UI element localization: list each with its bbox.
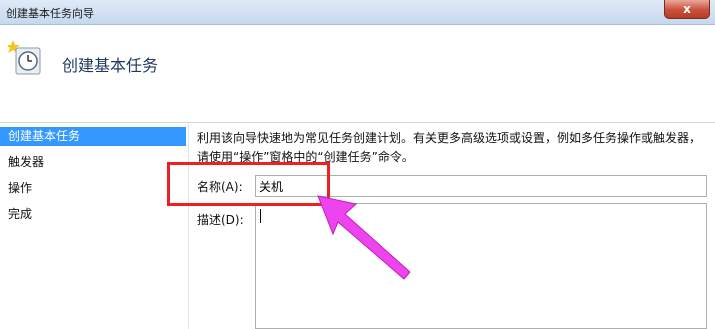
page-title: 创建基本任务: [62, 56, 159, 75]
description-label: 描述(D):: [197, 213, 244, 227]
step-action[interactable]: 操作: [0, 179, 186, 198]
clock-task-icon: [8, 40, 41, 75]
close-button[interactable]: x: [664, 0, 710, 19]
title-bar: 创建基本任务向导 x: [0, 0, 715, 25]
close-icon: x: [683, 2, 691, 16]
description-field[interactable]: [255, 203, 707, 329]
step-create-basic-task[interactable]: 创建基本任务: [0, 127, 186, 146]
step-trigger[interactable]: 触发器: [0, 153, 186, 172]
step-finish[interactable]: 完成: [0, 205, 186, 224]
wizard-steps: 创建基本任务 触发器 操作 完成: [0, 123, 188, 329]
wizard-header: 创建基本任务: [0, 25, 715, 123]
highlight-box: [167, 162, 330, 206]
window-title: 创建基本任务向导: [6, 7, 94, 20]
text-caret: [260, 209, 261, 223]
wizard-content: 利用该向导快速地为常见任务创建计划。有关更多高级选项或设置，例如多任务操作或触发…: [189, 123, 715, 329]
